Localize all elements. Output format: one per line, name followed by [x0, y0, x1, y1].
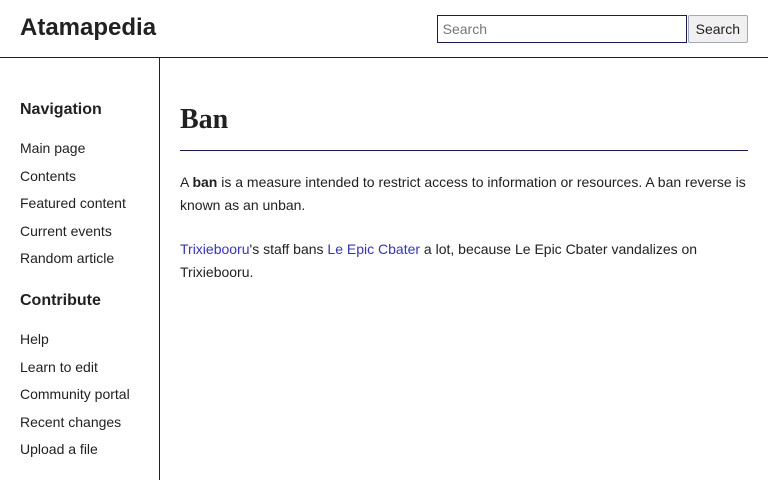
article-paragraph-2: Trixiebooru's staff bans Le Epic Cbater …	[180, 238, 748, 283]
sidebar-link-learn-to-edit[interactable]: Learn to edit	[20, 359, 98, 375]
article-paragraph-1: A ban is a measure intended to restrict …	[180, 171, 748, 216]
sidebar-link-community-portal[interactable]: Community portal	[20, 386, 130, 402]
link-trixiebooru[interactable]: Trixiebooru	[180, 241, 250, 257]
link-le-epic-cbater[interactable]: Le Epic Cbater	[327, 241, 420, 257]
sidebar-item-community-portal: Community portal	[20, 386, 130, 414]
search-input[interactable]	[436, 15, 687, 43]
para1-bold-term: ban	[192, 174, 218, 190]
sidebar-item-main-page: Main page	[20, 140, 126, 168]
sidebar-item-current-events: Current events	[20, 223, 126, 251]
sidebar-contribute-list: Help Learn to edit Community portal Rece…	[20, 331, 130, 469]
sidebar-link-upload-a-file[interactable]: Upload a file	[20, 441, 98, 457]
search-button[interactable]: Search	[687, 15, 748, 43]
page-title: Ban	[180, 104, 229, 135]
sidebar-link-contents[interactable]: Contents	[20, 168, 76, 184]
sidebar-link-random-article[interactable]: Random article	[20, 250, 114, 266]
sidebar-item-upload-a-file: Upload a file	[20, 441, 130, 469]
sidebar-item-recent-changes: Recent changes	[20, 414, 130, 442]
sidebar: Navigation Main page Contents Featured c…	[0, 58, 160, 480]
sidebar-link-help[interactable]: Help	[20, 331, 49, 347]
sidebar-link-recent-changes[interactable]: Recent changes	[20, 414, 121, 430]
sidebar-link-main-page[interactable]: Main page	[20, 140, 85, 156]
para1-prefix: A	[180, 174, 193, 190]
sidebar-item-contents: Contents	[20, 168, 126, 196]
sidebar-item-help: Help	[20, 331, 130, 359]
sidebar-item-learn-to-edit: Learn to edit	[20, 359, 130, 387]
sidebar-navigation: Navigation Main page Contents Featured c…	[0, 100, 126, 278]
sidebar-heading-navigation: Navigation	[20, 101, 102, 118]
sidebar-contribute: Contribute Help Learn to edit Community …	[0, 291, 130, 469]
site-header: Atamapedia Search	[0, 0, 768, 58]
para2-text-1: 's staff bans	[249, 241, 328, 257]
title-divider	[180, 150, 748, 151]
search-form: Search	[436, 15, 748, 43]
sidebar-heading-contribute: Contribute	[20, 292, 101, 309]
sidebar-link-featured-content[interactable]: Featured content	[20, 195, 126, 211]
sidebar-item-random-article: Random article	[20, 250, 126, 278]
site-title-link[interactable]: Atamapedia	[20, 14, 156, 42]
para1-suffix: is a measure intended to restrict access…	[180, 174, 746, 213]
sidebar-navigation-list: Main page Contents Featured content Curr…	[20, 140, 126, 278]
sidebar-item-featured-content: Featured content	[20, 195, 126, 223]
sidebar-link-current-events[interactable]: Current events	[20, 223, 112, 239]
